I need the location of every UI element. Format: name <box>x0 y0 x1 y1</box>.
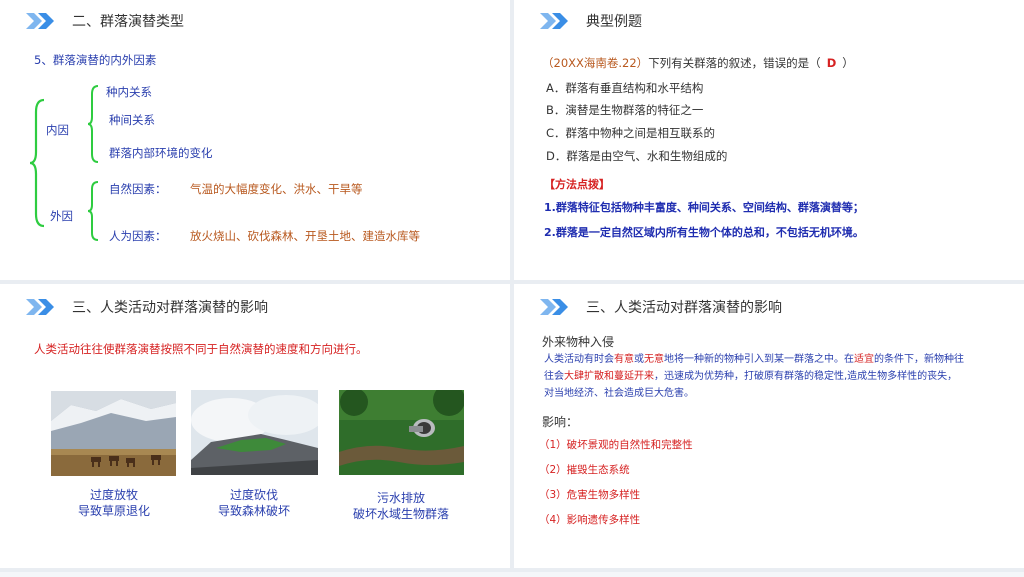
outer-item-natural-label: 自然因素： <box>109 182 167 196</box>
option-b: B．演替是生物群落的特征之一 <box>546 103 704 117</box>
slide2-header: 典型例题 <box>540 10 642 32</box>
option-d: D．群落是由空气、水和生物组成的 <box>546 149 728 163</box>
outer-brace-icon <box>87 181 99 241</box>
slide3-title: 三、人类活动对群落演替的影响 <box>72 300 268 316</box>
double-chevron-icon <box>540 13 568 29</box>
impact-label: 影响： <box>542 415 579 429</box>
double-chevron-icon <box>540 299 568 315</box>
slide2-title: 典型例题 <box>586 14 642 30</box>
inner-item-1: 种内关系 <box>106 85 152 99</box>
caption-sewage-line2: 破坏水域生物群落 <box>352 507 449 521</box>
main-brace-icon <box>29 98 45 228</box>
outer-item-human-value: 放火烧山、砍伐森林、开垦土地、建造水库等 <box>190 229 420 243</box>
para-line-1: 人类活动有时会有意或无意地将一种新的物种引入到某一群落之中。在适宜的条件下，新物… <box>544 354 964 365</box>
slide1-header: 二、群落演替类型 <box>26 10 184 32</box>
tip-2: 2.群落是一定自然区域内所有生物个体的总和，不包括无机环境。 <box>544 226 864 239</box>
caption-logging: 过度砍伐 导致森林破坏 <box>184 487 324 519</box>
slide3-header: 三、人类活动对群落演替的影响 <box>26 296 268 318</box>
deforested-mountain-photo <box>191 390 318 475</box>
grassland-horses-photo <box>51 391 176 476</box>
double-chevron-icon <box>26 299 54 315</box>
tip-1: 1.群落特征包括物种丰富度、种间关系、空间结构、群落演替等； <box>544 201 864 214</box>
double-chevron-icon <box>26 13 54 29</box>
caption-logging-line1: 过度砍伐 <box>229 488 278 502</box>
caption-grazing: 过度放牧 导致草原退化 <box>44 487 184 519</box>
outer-item-natural-value: 气温的大幅度变化、洪水、干旱等 <box>190 182 363 196</box>
question-answer: D <box>826 56 837 70</box>
impact-4: （4）影响遗传多样性 <box>539 514 641 526</box>
question-end: ） <box>842 56 854 70</box>
question-source: （20XX海南卷.22） <box>542 56 649 70</box>
para-line-2: 往会大肆扩散和蔓延开来，迅速成为优势种，打破原有群落的稳定性,造成生物多样性的丧… <box>544 371 958 382</box>
impact-2: （2）摧毁生态系统 <box>539 464 630 476</box>
para-line-3: 对当地经济、社会造成巨大危害。 <box>544 388 694 399</box>
caption-sewage-line1: 污水排放 <box>376 491 425 505</box>
impact-3: （3）危害生物多样性 <box>539 489 641 501</box>
slide1-title: 二、群落演替类型 <box>72 14 184 30</box>
outer-item-human-label: 人为因素： <box>109 229 167 243</box>
slide1-subtitle: 5、群落演替的内外因素 <box>34 53 157 67</box>
caption-sewage: 污水排放 破坏水域生物群落 <box>331 490 471 522</box>
slide-human-activity: 三、人类活动对群落演替的影响 人类活动往往使群落演替按照不同于自然演替的速度和方… <box>0 284 510 568</box>
invasive-heading: 外来物种入侵 <box>542 335 615 349</box>
slide4-header: 三、人类活动对群落演替的影响 <box>540 296 782 318</box>
slide-invasive-species: 三、人类活动对群落演替的影响 外来物种入侵 人类活动有时会有意或无意地将一种新的… <box>514 284 1024 568</box>
caption-grazing-line2: 导致草原退化 <box>77 504 150 518</box>
method-title: 【方法点拨】 <box>544 178 610 191</box>
question-text: 下列有关群落的叙述，错误的是（ <box>648 56 821 70</box>
slide-community-succession-types: 二、群落演替类型 5、群落演替的内外因素 内因 外因 种内关系 种间关系 群落内… <box>0 0 510 280</box>
invasive-paragraph: 人类活动有时会有意或无意地将一种新的物种引入到某一群落之中。在适宜的条件下，新物… <box>544 351 1004 402</box>
question-line: （20XX海南卷.22）下列有关群落的叙述，错误的是（ D ） <box>542 55 854 71</box>
inner-item-2: 种间关系 <box>109 113 155 127</box>
option-a: A．群落有垂直结构和水平结构 <box>546 81 704 95</box>
inner-item-3: 群落内部环境的变化 <box>109 146 213 160</box>
impact-1: （1）破坏景观的自然性和完整性 <box>539 439 693 451</box>
inner-brace-icon <box>87 85 99 163</box>
option-c: C．群落中物种之间是相互联系的 <box>546 126 716 140</box>
outer-factor-label: 外因 <box>50 209 73 223</box>
caption-logging-line2: 导致森林破坏 <box>217 504 290 518</box>
caption-grazing-line1: 过度放牧 <box>89 488 138 502</box>
inner-factor-label: 内因 <box>46 123 69 137</box>
slide-typical-example: 典型例题 （20XX海南卷.22）下列有关群落的叙述，错误的是（ D ） A．群落有… <box>514 0 1024 280</box>
slide3-intro: 人类活动往往使群落演替按照不同于自然演替的速度和方向进行。 <box>34 342 368 356</box>
slide4-title: 三、人类活动对群落演替的影响 <box>586 300 782 316</box>
sewage-pipe-photo <box>339 390 464 475</box>
bottom-strip <box>0 572 1024 577</box>
